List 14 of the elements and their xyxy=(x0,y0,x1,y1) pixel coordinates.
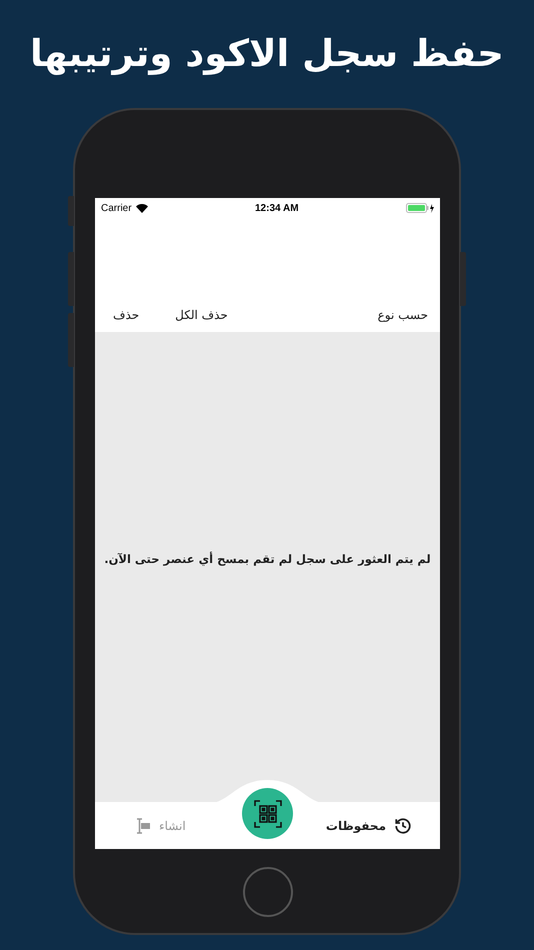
delete-button[interactable]: حذف الكل xyxy=(175,308,228,322)
scan-button[interactable] xyxy=(242,788,293,839)
sort-button[interactable]: حسب نوع xyxy=(378,308,428,322)
tab-button[interactable]: محفوظات xyxy=(326,816,412,834)
stamp-icon xyxy=(135,816,151,834)
carrier-label: Carrier xyxy=(101,202,132,214)
history-icon xyxy=(394,816,412,834)
qr-scan-icon xyxy=(254,800,282,828)
empty-message: لم يتم العثور على سجل لم تقم بمسح أي عنصر حتى الآن. xyxy=(104,552,431,566)
delete-button[interactable]: حذف xyxy=(113,308,140,322)
headline: حفظ سجل الاكود وترتيبها xyxy=(30,32,504,77)
battery-icon xyxy=(406,203,434,213)
status-time: 12:34 AM xyxy=(255,202,299,214)
wifi-icon xyxy=(136,204,148,212)
